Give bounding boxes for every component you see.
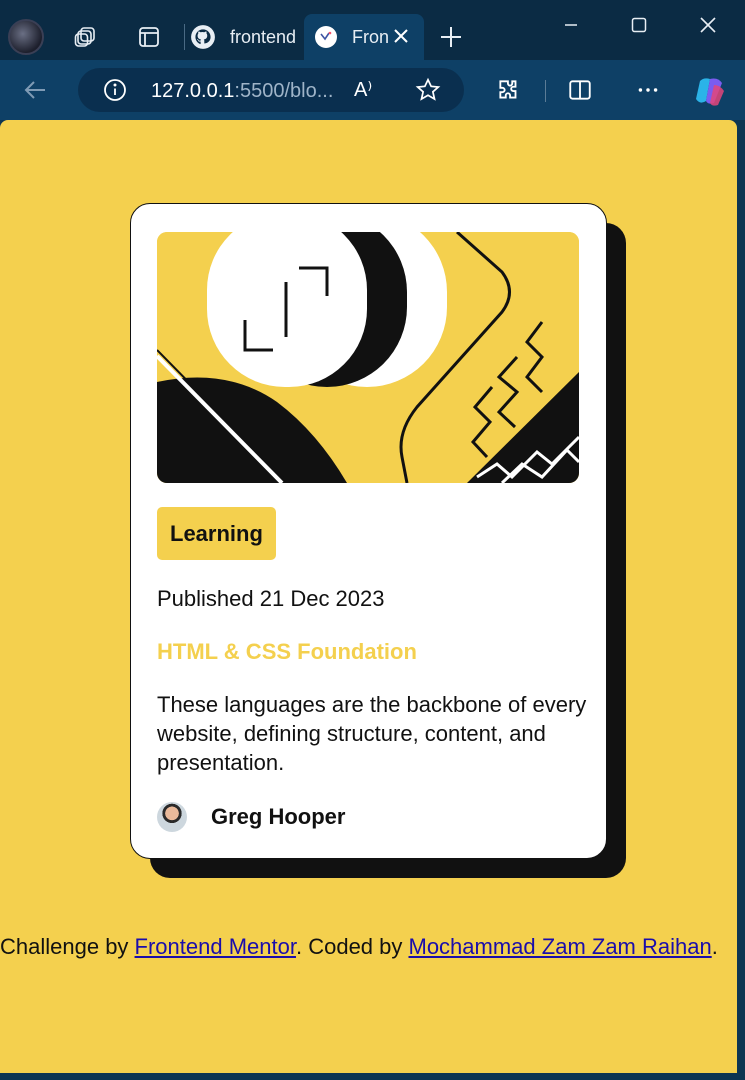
toolbar-separator: [545, 80, 546, 102]
author-name: Greg Hooper: [211, 804, 346, 829]
minimize-icon[interactable]: [556, 10, 586, 40]
github-icon: [190, 24, 216, 50]
workspaces-icon[interactable]: [73, 24, 99, 50]
maximize-icon[interactable]: [624, 10, 654, 40]
browser-title-bar: frontend Fron: [0, 0, 745, 60]
author-link[interactable]: Mochammad Zam Zam Raihan: [409, 934, 712, 959]
new-tab-icon[interactable]: [438, 24, 464, 50]
more-options-icon[interactable]: [633, 75, 663, 105]
tab-label: frontend: [230, 26, 297, 47]
tab-separator: [184, 24, 185, 50]
author-avatar: [157, 802, 187, 832]
tab-label: Fron: [352, 26, 390, 47]
category-badge: Learning: [157, 507, 276, 560]
frontend-mentor-link[interactable]: Frontend Mentor: [135, 934, 296, 959]
card-hero-illustration: [157, 232, 579, 483]
copilot-icon[interactable]: [692, 73, 728, 109]
tab-active[interactable]: Fron: [304, 14, 424, 60]
back-arrow-icon[interactable]: [20, 75, 50, 105]
tab-frontend[interactable]: frontend: [190, 14, 300, 60]
browser-toolbar: 127.0.0.1:5500/blo... A⁾: [0, 60, 745, 120]
card-description: These languages are the backbone of ever…: [157, 692, 587, 775]
url-host: 127.0.0.1: [151, 80, 235, 102]
attribution-suffix: .: [711, 934, 718, 959]
address-bar[interactable]: 127.0.0.1:5500/blo... A⁾: [78, 68, 464, 112]
tab-actions-icon[interactable]: [136, 24, 162, 50]
close-window-icon[interactable]: [693, 10, 723, 40]
close-tab-icon[interactable]: [392, 27, 410, 45]
read-aloud-icon[interactable]: A⁾: [354, 77, 372, 102]
card-title[interactable]: HTML & CSS Foundation: [157, 639, 417, 665]
favorite-star-icon[interactable]: [415, 77, 441, 103]
blog-preview-card[interactable]: Learning Published 21 Dec 2023 HTML & CS…: [130, 203, 607, 859]
frontend-mentor-favicon-icon: [314, 25, 338, 49]
extensions-icon[interactable]: [494, 75, 524, 105]
url-path: :5500/blo...: [234, 80, 334, 102]
attribution-prefix: Challenge by: [0, 934, 135, 959]
site-info-icon[interactable]: [103, 78, 127, 102]
url-text: 127.0.0.1:5500/blo...: [151, 80, 333, 103]
page-viewport: Learning Published 21 Dec 2023 HTML & CS…: [0, 120, 737, 1073]
published-date: Published 21 Dec 2023: [157, 586, 385, 611]
attribution-middle: . Coded by: [295, 934, 409, 959]
attribution: Challenge by Frontend Mentor. Coded by M…: [0, 932, 737, 961]
split-screen-icon[interactable]: [565, 75, 595, 105]
profile-avatar[interactable]: [8, 19, 44, 55]
